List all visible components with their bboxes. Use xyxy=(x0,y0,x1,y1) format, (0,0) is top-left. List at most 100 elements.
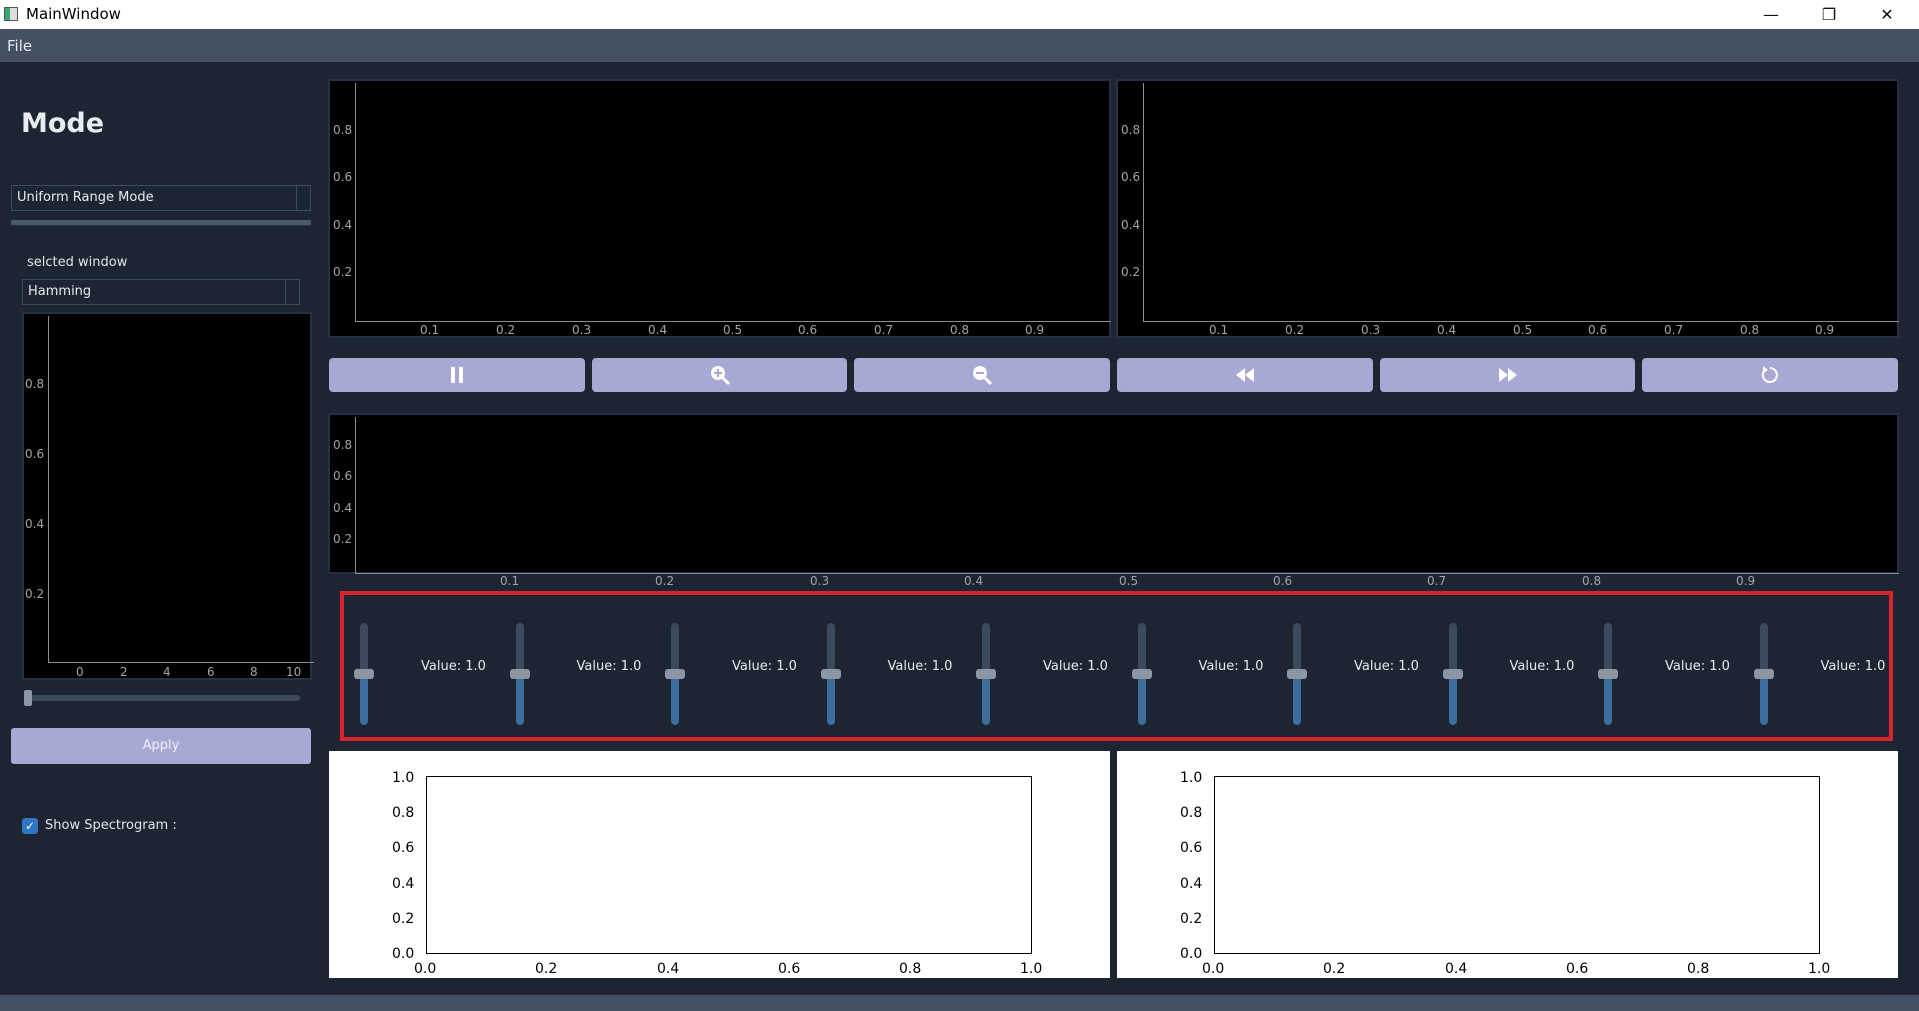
x-tick: 0.9 xyxy=(1815,323,1835,337)
x-tick: 0.9 xyxy=(1025,323,1045,337)
y-tick: 0.4 xyxy=(333,218,353,232)
x-tick: 0.6 xyxy=(798,323,818,337)
slider-fill xyxy=(515,674,524,725)
rewind-button[interactable] xyxy=(1117,358,1373,392)
slider-groove xyxy=(1293,623,1301,674)
equalizer-slider[interactable] xyxy=(976,623,996,725)
slider-handle[interactable] xyxy=(1598,669,1618,679)
slider-value-label: Value: 1.0 xyxy=(1820,659,1886,674)
input-signal-plot[interactable]: 0.8 0.6 0.4 0.2 0.1 0.2 0.3 0.4 0.5 0.6 … xyxy=(328,79,1111,338)
equalizer-slider[interactable] xyxy=(1287,623,1307,725)
y-tick: 0.2 xyxy=(1121,265,1141,279)
chevron-down-icon xyxy=(285,280,299,304)
equalizer-slider[interactable] xyxy=(1442,623,1463,725)
slider-groove xyxy=(1448,623,1457,674)
x-tick: 6 xyxy=(207,665,215,679)
equalizer-slider[interactable] xyxy=(354,623,374,725)
x-tick: 0.3 xyxy=(572,323,592,337)
y-tick: 0.8 xyxy=(25,377,45,391)
slider-handle[interactable] xyxy=(976,669,996,679)
equalizer-slider[interactable] xyxy=(509,623,530,725)
slider-groove xyxy=(982,623,990,674)
x-tick: 0.0 xyxy=(1202,961,1225,977)
restore-button[interactable]: ❐ xyxy=(1800,0,1858,29)
slider-fill xyxy=(1759,674,1768,725)
window-slider[interactable] xyxy=(24,695,300,701)
x-tick: 0.8 xyxy=(1582,574,1602,588)
window-combo[interactable]: Hamming xyxy=(22,279,300,305)
x-tick: 0.5 xyxy=(723,323,743,337)
pause-button[interactable] xyxy=(329,358,585,392)
y-tick: 0.6 xyxy=(25,447,45,461)
equalizer-slider[interactable] xyxy=(1598,623,1618,725)
slider-fill xyxy=(1448,674,1457,725)
x-tick: 0.5 xyxy=(1119,574,1139,588)
zoom-in-button[interactable] xyxy=(592,358,847,392)
y-tick: 0.8 xyxy=(333,123,353,137)
x-tick: 0.4 xyxy=(1445,961,1468,977)
reset-button[interactable] xyxy=(1642,358,1898,392)
y-tick: 1.0 xyxy=(392,770,415,786)
equalizer-panel: Value: 1.0 Value: 1.0 Value: 1.0 Value: 1.0… xyxy=(340,591,1893,741)
slider-handle[interactable] xyxy=(354,669,374,679)
x-tick: 0 xyxy=(76,665,84,679)
apply-button[interactable]: Apply xyxy=(11,728,311,764)
x-tick: 0.2 xyxy=(496,323,516,337)
plot-frame xyxy=(1214,776,1820,954)
y-tick: 0.4 xyxy=(1121,218,1141,232)
slider-handle[interactable] xyxy=(820,669,841,679)
menu-file[interactable]: File xyxy=(7,37,32,55)
spectrogram-right[interactable]: 1.0 0.8 0.6 0.4 0.2 0.0 0.0 0.2 0.4 0.6 … xyxy=(1117,751,1898,978)
slider-groove xyxy=(1137,623,1146,674)
x-tick: 0.8 xyxy=(1740,323,1760,337)
y-tick: 0.8 xyxy=(392,805,415,821)
y-tick: 0.2 xyxy=(333,532,353,546)
x-tick: 0.3 xyxy=(810,574,830,588)
spectrogram-left[interactable]: 1.0 0.8 0.6 0.4 0.2 0.0 0.0 0.2 0.4 0.6 … xyxy=(329,751,1110,978)
slider-fill xyxy=(1137,674,1146,725)
minimize-button[interactable]: — xyxy=(1742,0,1800,29)
slider-fill xyxy=(671,674,679,725)
slider-handle[interactable] xyxy=(1287,669,1307,679)
y-tick: 0.2 xyxy=(25,587,45,601)
zoom-out-icon xyxy=(973,366,993,386)
mode-combo[interactable]: Uniform Range Mode xyxy=(11,185,311,211)
x-tick: 0.3 xyxy=(1361,323,1381,337)
window-label: selcted window xyxy=(27,255,128,270)
chevron-down-icon xyxy=(296,186,310,210)
frequency-plot[interactable]: 0.8 0.6 0.4 0.2 0.1 0.2 0.3 0.4 0.5 0.6 … xyxy=(328,413,1899,588)
y-tick: 0.6 xyxy=(333,170,353,184)
slider-handle[interactable] xyxy=(1753,669,1774,679)
fast-forward-button[interactable] xyxy=(1380,358,1635,392)
close-button[interactable]: ✕ xyxy=(1858,0,1916,29)
slider-groove xyxy=(1759,623,1768,674)
mode-combo-value: Uniform Range Mode xyxy=(17,190,154,205)
zoom-out-button[interactable] xyxy=(854,358,1110,392)
slider-handle[interactable] xyxy=(509,669,530,679)
equalizer-slider[interactable] xyxy=(1753,623,1774,725)
slider-value-label: Value: 1.0 xyxy=(1665,659,1730,674)
rewind-icon xyxy=(1236,368,1254,382)
slider-value-label: Value: 1.0 xyxy=(732,659,797,674)
x-tick: 1.0 xyxy=(1020,961,1043,977)
slider-value-label: Value: 1.0 xyxy=(421,659,486,674)
x-tick: 0.8 xyxy=(899,961,922,977)
y-tick: 0.6 xyxy=(1121,170,1141,184)
y-axis xyxy=(1143,83,1144,321)
slider-handle[interactable] xyxy=(1442,669,1463,679)
x-tick: 0.2 xyxy=(1323,961,1346,977)
slider-value-label: Value: 1.0 xyxy=(1509,659,1575,674)
window-slider-handle[interactable] xyxy=(24,690,32,706)
mode-slider-bar xyxy=(11,220,311,226)
equalizer-slider[interactable] xyxy=(820,623,841,725)
spectrogram-checkbox[interactable]: ✓ xyxy=(22,818,38,834)
slider-handle[interactable] xyxy=(1131,669,1152,679)
x-axis xyxy=(1143,321,1899,322)
equalizer-slider[interactable] xyxy=(665,623,685,725)
spectrogram-label: Show Spectrogram : xyxy=(45,818,177,833)
equalizer-slider[interactable] xyxy=(1131,623,1152,725)
output-signal-plot[interactable]: 0.8 0.6 0.4 0.2 0.1 0.2 0.3 0.4 0.5 0.6 … xyxy=(1116,79,1899,338)
slider-handle[interactable] xyxy=(665,669,685,679)
slider-value-label: Value: 1.0 xyxy=(1043,659,1108,674)
app-icon xyxy=(4,7,18,21)
